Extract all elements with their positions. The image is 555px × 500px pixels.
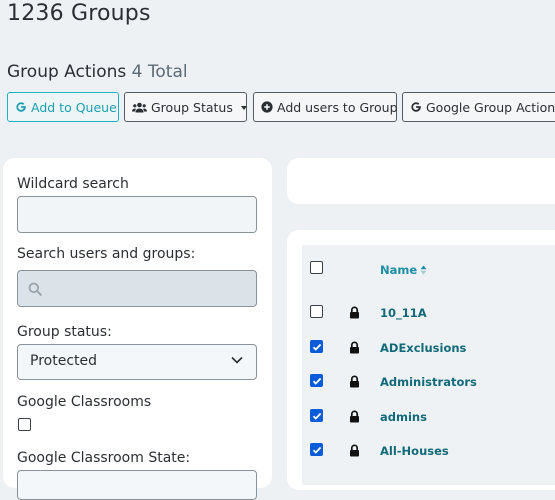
- lock-icon: [350, 306, 359, 319]
- group-name-link[interactable]: All-Houses: [380, 444, 449, 458]
- group-status-selected-value: Protected: [30, 353, 97, 369]
- lock-icon: [350, 410, 359, 423]
- wildcard-search-field[interactable]: [17, 196, 257, 233]
- google-classrooms-label: Google Classrooms: [17, 394, 152, 410]
- row-checkbox[interactable]: [310, 374, 323, 387]
- check-icon: [312, 377, 321, 385]
- lock-icon: [350, 444, 359, 457]
- wildcard-search-input[interactable]: [18, 197, 256, 232]
- search-icon: [28, 282, 42, 296]
- row-checkbox[interactable]: [310, 443, 323, 456]
- add-to-queue-label: Add to Queue: [31, 99, 117, 115]
- page-title: 1236 Groups: [7, 1, 151, 26]
- search-users-groups-input[interactable]: [18, 271, 256, 306]
- google-classroom-state-select[interactable]: [17, 470, 257, 500]
- google-group-actions-button[interactable]: Google Group Actions: [402, 92, 555, 122]
- group-name-link[interactable]: 10_11A: [380, 306, 427, 320]
- google-classroom-state-label: Google Classroom State:: [17, 450, 191, 466]
- group-status-label: Group Status: [151, 99, 233, 115]
- select-all-checkbox[interactable]: [310, 261, 323, 274]
- google-icon: [411, 102, 421, 112]
- name-column-header[interactable]: Name: [380, 263, 427, 277]
- group-status-filter-label: Group status:: [17, 324, 112, 340]
- caret-down-icon: [240, 105, 247, 110]
- group-status-select[interactable]: Protected: [17, 344, 257, 380]
- group-name-link[interactable]: admins: [380, 410, 427, 424]
- plus-circle-icon: [261, 101, 273, 113]
- row-checkbox[interactable]: [310, 305, 323, 318]
- lock-icon: [350, 341, 359, 354]
- group-name-link[interactable]: ADExclusions: [380, 341, 466, 355]
- row-checkbox[interactable]: [310, 340, 323, 353]
- check-icon: [312, 343, 321, 351]
- google-classrooms-checkbox[interactable]: [18, 418, 31, 431]
- group-actions-label: Group Actions: [7, 62, 127, 82]
- name-column-label: Name: [380, 263, 418, 277]
- group-name-link[interactable]: Administrators: [380, 375, 477, 389]
- summary-box: [287, 158, 555, 204]
- wildcard-search-label: Wildcard search: [17, 176, 129, 192]
- group-actions-title: Group Actions 4 Total: [7, 62, 188, 82]
- check-icon: [312, 446, 321, 454]
- add-users-to-group-label: Add users to Group: [277, 99, 398, 115]
- search-users-groups-label: Search users and groups:: [17, 246, 196, 262]
- lock-icon: [350, 375, 359, 388]
- google-group-actions-label: Google Group Actions: [426, 99, 555, 115]
- add-users-to-group-button[interactable]: Add users to Group: [253, 92, 398, 122]
- search-users-groups-field[interactable]: [17, 270, 257, 307]
- users-icon: [132, 102, 147, 112]
- group-actions-total: 4 Total: [131, 62, 188, 82]
- google-icon: [16, 102, 26, 112]
- add-to-queue-button[interactable]: Add to Queue: [7, 92, 119, 122]
- chevron-down-icon: [231, 356, 243, 364]
- row-checkbox[interactable]: [310, 409, 323, 422]
- sort-icon: [420, 265, 427, 275]
- group-status-button[interactable]: Group Status: [124, 92, 247, 122]
- check-icon: [312, 412, 321, 420]
